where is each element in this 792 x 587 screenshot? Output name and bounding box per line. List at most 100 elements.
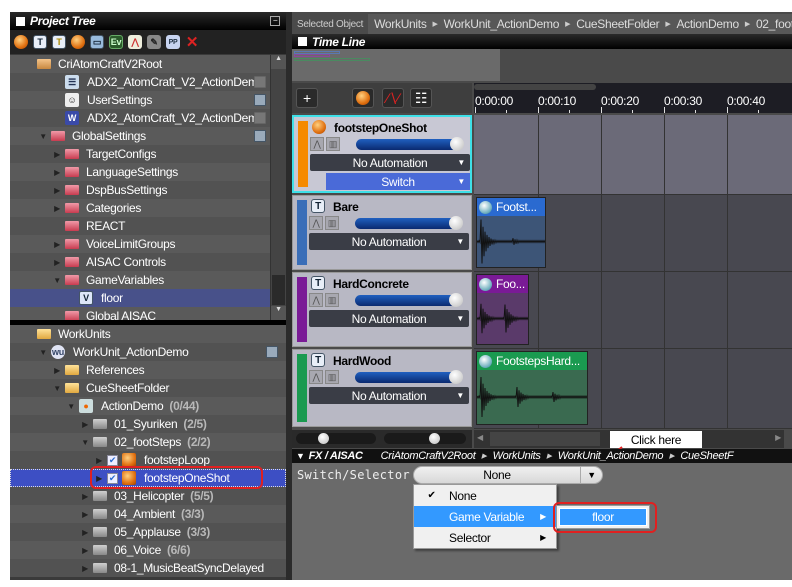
fx-path-item[interactable]: WorkUnit_ActionDemo	[558, 450, 664, 462]
automation-dropdown[interactable]: No Automation ▼	[309, 310, 469, 327]
zoom-slider-1[interactable]	[296, 433, 376, 444]
automation-dropdown[interactable]: No Automation ▼	[309, 233, 469, 250]
checkbox[interactable]: ✔	[107, 454, 118, 466]
save-icon[interactable]	[254, 130, 266, 142]
tree-item[interactable]: ▼ GlobalSettings	[10, 127, 286, 145]
automation-dropdown[interactable]: No Automation ▼	[309, 387, 469, 404]
list-view-button[interactable]: ☷	[410, 88, 432, 108]
menu-item-game-variable[interactable]: Game Variable ▶	[414, 506, 556, 527]
tree-item[interactable]: ▶ 04_Ambient (3/3)	[10, 505, 286, 523]
tree-item[interactable]: ▼ wu WorkUnit_ActionDemo	[10, 343, 286, 361]
slider-knob[interactable]	[449, 216, 463, 230]
expand-down-icon[interactable]: ▼	[52, 276, 62, 285]
volume-slider[interactable]	[355, 216, 463, 230]
automation-curve-button[interactable]: ∕∖∕	[382, 88, 404, 108]
slider-knob[interactable]	[449, 370, 463, 384]
expand-right-icon[interactable]: ▶	[80, 528, 90, 537]
slider-knob[interactable]	[449, 293, 463, 307]
aisac-graph-icon[interactable]: ⋀	[128, 35, 142, 49]
tree-item[interactable]: ▶ 06_Voice (6/6)	[10, 541, 286, 559]
expand-right-icon[interactable]: ▶	[52, 168, 62, 177]
tree-item[interactable]: Global AISAC	[10, 307, 286, 320]
volume-slider[interactable]	[355, 293, 463, 307]
delete-icon[interactable]: ✕	[185, 34, 199, 51]
panel-toggle-icon[interactable]	[298, 37, 307, 46]
expand-down-icon[interactable]: ▼	[80, 438, 90, 447]
track-header[interactable]: T HardConcrete ⋀ ▥ No Automation ▼	[292, 272, 472, 347]
expand-right-icon[interactable]: ▶	[52, 240, 62, 249]
tree-item[interactable]: ☰ ADX2_AtomCraft_V2_ActionDemo	[10, 73, 286, 91]
expand-right-icon[interactable]: ▶	[52, 186, 62, 195]
breadcrumb-item[interactable]: ActionDemo	[676, 17, 739, 31]
save-icon[interactable]	[266, 346, 278, 358]
expand-right-icon[interactable]: ▶	[52, 366, 62, 375]
collapse-icon[interactable]: ▼	[296, 451, 305, 461]
tree-item[interactable]: ▼ CueSheetFolder	[10, 379, 286, 397]
tree-item[interactable]: ▼ GameVariables	[10, 271, 286, 289]
switch-dropdown[interactable]: Switch ▼	[326, 173, 470, 190]
mute-icon[interactable]: ▥	[325, 370, 339, 384]
tree-item[interactable]: W ADX2_AtomCraft_V2_ActionDemo	[10, 109, 286, 127]
save-icon[interactable]	[254, 94, 266, 106]
dropdown-arrow-icon[interactable]: ▼	[580, 467, 602, 483]
tree-item[interactable]: ▶ References	[10, 361, 286, 379]
breadcrumb-item[interactable]: WorkUnit_ActionDemo	[444, 17, 560, 31]
waveform-clip[interactable]: Footst...	[476, 197, 546, 268]
envelope-icon[interactable]: ⋀	[310, 137, 324, 151]
mute-icon[interactable]: ▥	[325, 216, 339, 230]
expand-right-icon[interactable]: ▶	[80, 510, 90, 519]
tree-item[interactable]: ▶ LanguageSettings	[10, 163, 286, 181]
expand-right-icon[interactable]: ▶	[80, 564, 90, 573]
envelope-icon[interactable]: ⋀	[309, 293, 323, 307]
expand-right-icon[interactable]: ▶	[80, 420, 90, 429]
expand-right-icon[interactable]: ▶	[52, 258, 62, 267]
tree-item[interactable]: ▶ DspBusSettings	[10, 181, 286, 199]
expand-right-icon[interactable]: ▶	[94, 456, 104, 465]
tree-item[interactable]: ▶ VoiceLimitGroups	[10, 235, 286, 253]
track-lane[interactable]	[474, 115, 792, 195]
envelope-icon[interactable]: ⋀	[309, 216, 323, 230]
track-header[interactable]: T Bare ⋀ ▥ No Automation ▼	[292, 195, 472, 270]
menu-item-none[interactable]: ✔ None	[414, 485, 556, 506]
cue-orb-icon[interactable]	[14, 35, 28, 49]
global-tree-scrollbar[interactable]: ▲ ▼	[270, 55, 286, 320]
plugin-icon[interactable]: ✎	[147, 35, 161, 49]
breadcrumb-item[interactable]: WorkUnits	[374, 17, 427, 31]
waveform-clip[interactable]: FootstepsHard...	[476, 351, 588, 425]
track-t2-icon[interactable]: T	[52, 35, 66, 49]
track-t-icon[interactable]: T	[33, 35, 47, 49]
save-icon[interactable]	[254, 112, 266, 124]
expand-right-icon[interactable]: ▶	[52, 150, 62, 159]
expand-right-icon[interactable]: ▶	[80, 492, 90, 501]
expand-down-icon[interactable]: ▼	[52, 384, 62, 393]
expand-right-icon[interactable]: ▶	[80, 546, 90, 555]
track-lane[interactable]: Foo...	[474, 272, 792, 349]
track-lane[interactable]: FootstepsHard...	[474, 349, 792, 429]
tree-item[interactable]: ▶ 08-1_MusicBeatSyncDelayed	[10, 559, 286, 577]
switch-selector-dropdown[interactable]: None ▼	[413, 466, 603, 484]
tree-item[interactable]: ▶ 05_Applause (3/3)	[10, 523, 286, 541]
minimize-button[interactable]: −	[270, 16, 280, 26]
tree-item[interactable]: CriAtomCraftV2Root	[10, 55, 286, 73]
expand-down-icon[interactable]: ▼	[66, 402, 76, 411]
fx-path-item[interactable]: CriAtomCraftV2Root	[381, 450, 476, 462]
waveform-clip[interactable]: Foo...	[476, 274, 529, 345]
expand-down-icon[interactable]: ▼	[38, 348, 48, 357]
volume-slider[interactable]	[356, 137, 464, 151]
menu-item-selector[interactable]: Selector ▶	[414, 527, 556, 548]
breadcrumb-item[interactable]: CueSheetFolder	[576, 17, 659, 31]
mute-icon[interactable]: ▥	[325, 293, 339, 307]
tree-item[interactable]: ▶ 01_Syuriken (2/5)	[10, 415, 286, 433]
tree-item[interactable]: ▶ Categories	[10, 199, 286, 217]
automation-dropdown[interactable]: No Automation ▼	[310, 154, 470, 171]
tree-item[interactable]: ▶ TargetConfigs	[10, 145, 286, 163]
tree-item[interactable]: WorkUnits	[10, 325, 286, 343]
tree-item[interactable]: Vfloor	[10, 289, 286, 307]
cue-orb-button[interactable]	[352, 88, 374, 108]
mute-icon[interactable]: ▥	[326, 137, 340, 151]
ruler-scrollbar[interactable]	[474, 84, 596, 90]
tree-item[interactable]: ▶ AISAC Controls	[10, 253, 286, 271]
zoom-slider-2[interactable]	[384, 433, 466, 444]
track-header[interactable]: footstepOneShot ⋀ ▥ No Automation ▼ Switch ▼	[292, 115, 472, 193]
block-icon[interactable]: ▭	[90, 35, 104, 49]
